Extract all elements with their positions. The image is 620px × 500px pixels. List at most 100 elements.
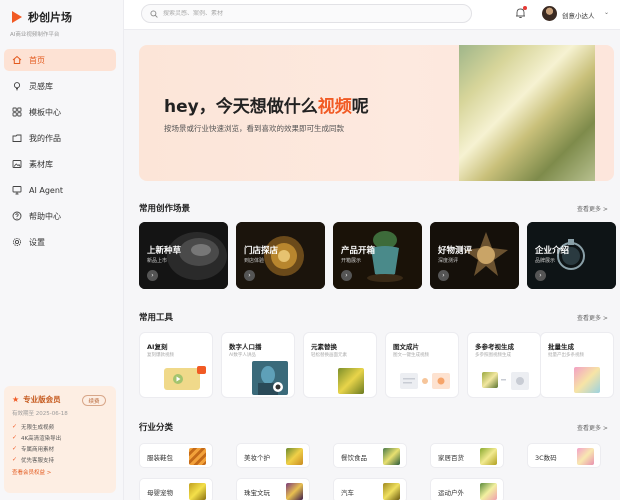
scene-card-new-arrivals[interactable]: 上新种草 新品上市 › [139, 222, 228, 289]
scene-name: 产品开箱 [341, 246, 376, 256]
arrow-right-icon[interactable]: › [147, 270, 158, 281]
sidebar-item-ai-agent[interactable]: AI Agent [4, 179, 116, 201]
tool-illustration [252, 361, 288, 395]
sidebar-item-assets[interactable]: 素材库 [4, 153, 116, 175]
industry-item-3c[interactable]: 3C数码 [527, 443, 601, 468]
section-title-industry: 行业分类 [139, 423, 174, 433]
industry-thumbnail [383, 448, 400, 465]
hero-banner: hey，今天想做什么视频呢 按场景或行业快速浏览，看到喜欢的效果即可生成同款 [139, 45, 614, 181]
industry-item-beauty[interactable]: 美妆个护 [236, 443, 310, 468]
vip-benefits-link[interactable]: 查看会员权益 > [12, 468, 108, 476]
industry-item-home[interactable]: 家居百货 [430, 443, 504, 468]
image-icon [12, 159, 22, 169]
industry-name: 家居百货 [438, 454, 464, 462]
scene-name: 上新种草 [147, 246, 182, 256]
scene-card-company-intro[interactable]: 企业介绍 品牌展示 › [527, 222, 616, 289]
scene-subtitle: 到店体验 [244, 258, 265, 264]
arrow-right-icon[interactable]: › [244, 270, 255, 281]
home-icon [12, 55, 22, 65]
sidebar-item-templates[interactable]: 模板中心 [4, 101, 116, 123]
scene-subtitle: 品牌展示 [535, 258, 556, 264]
tool-card-image-to-video[interactable]: 图文成片 图文一键生成视频 [385, 332, 459, 398]
industry-item-jewelry[interactable]: 珠宝文玩 [236, 478, 310, 500]
scene-subtitle: 深度测评 [438, 258, 459, 264]
sidebar-item-label: 素材库 [29, 159, 53, 169]
tools-more-link[interactable]: 查看更多 > [577, 313, 608, 322]
app-name: 秒创片场 [28, 11, 72, 24]
scene-card-review[interactable]: 好物测评 深度测评 › [430, 222, 519, 289]
industry-thumbnail [577, 448, 594, 465]
renew-button[interactable]: 续费 [82, 395, 106, 406]
industry-name: 美妆个护 [244, 454, 270, 462]
search-box[interactable] [141, 4, 472, 23]
tool-illustration [400, 373, 450, 389]
check-icon: ✓ [12, 445, 18, 452]
help-icon [12, 211, 22, 221]
check-icon: ✓ [12, 434, 18, 441]
tool-name: 元素替换 [311, 343, 337, 351]
notification-dot [523, 6, 527, 10]
template-grid-icon [12, 107, 22, 117]
sidebar-item-settings[interactable]: 设置 [4, 231, 116, 253]
sidebar-item-label: 灵感库 [29, 81, 53, 91]
tool-name: 多参考视生成 [475, 343, 514, 351]
tool-name: 数字人口播 [229, 343, 262, 351]
industry-item-food[interactable]: 餐饮食品 [333, 443, 407, 468]
sidebar-item-home[interactable]: 首页 [4, 49, 116, 71]
sidebar-item-label: 设置 [29, 237, 45, 247]
industry-item-baby-pet[interactable]: 母婴宠物 [139, 478, 213, 500]
tool-illustration [164, 366, 206, 390]
industry-name: 服装鞋包 [147, 454, 173, 462]
vip-perk: ✓ 4K高清渲染导出 [12, 434, 62, 442]
scene-card-store-visit[interactable]: 门店探店 到店体验 › [236, 222, 325, 289]
industry-name: 汽车 [341, 489, 354, 497]
tool-card-batch-generate[interactable]: 批量生成 批量产出多条视频 [540, 332, 614, 398]
username[interactable]: 创意小达人 [562, 10, 595, 20]
sidebar-item-label: 首页 [29, 55, 45, 65]
app-tagline: AI商业视频制作平台 [10, 32, 60, 38]
arrow-right-icon[interactable]: › [438, 270, 449, 281]
vip-title: 专业版会员 [23, 395, 61, 404]
tool-card-ai-replicate[interactable]: AI复刻 复刻爆款视频 [139, 332, 213, 398]
vip-expire-date: 有效期至 2025-06-18 [12, 411, 68, 417]
check-icon: ✓ [12, 456, 18, 463]
scene-card-unboxing[interactable]: 产品开箱 开箱展示 › [333, 222, 422, 289]
sidebar-item-label: 帮助中心 [29, 211, 61, 221]
industry-name: 珠宝文玩 [244, 489, 270, 497]
industry-thumbnail [286, 483, 303, 500]
tool-desc: AI数字人讲品 [229, 353, 256, 358]
sidebar: 秒创片场 AI商业视频制作平台 首页 灵感库 模板中心 我的作品 素材库 AI … [0, 0, 124, 500]
notification-bell[interactable] [515, 6, 527, 19]
sidebar-item-label: 我的作品 [29, 133, 61, 143]
arrow-right-icon[interactable]: › [341, 270, 352, 281]
hero-image [459, 45, 595, 181]
tool-card-multi-reference[interactable]: 多参考视生成 多参照图视频生成 [467, 332, 541, 398]
industry-thumbnail [189, 483, 206, 500]
vip-perk: ✓ 专属商用素材 [12, 445, 55, 453]
industry-name: 母婴宠物 [147, 489, 173, 497]
industry-more-link[interactable]: 查看更多 > [577, 423, 608, 432]
hero-subtitle: 按场景或行业快速浏览，看到喜欢的效果即可生成同款 [164, 124, 344, 133]
tool-desc: 图文一键生成视频 [393, 353, 429, 358]
scenes-more-link[interactable]: 查看更多 > [577, 204, 608, 213]
chevron-down-icon[interactable]: ⌄ [604, 9, 609, 16]
sidebar-item-inspiration[interactable]: 灵感库 [4, 75, 116, 97]
arrow-right-icon[interactable]: › [535, 270, 546, 281]
app-logo[interactable]: 秒创片场 [12, 9, 72, 25]
sidebar-item-help[interactable]: 帮助中心 [4, 205, 116, 227]
scene-subtitle: 开箱展示 [341, 258, 362, 264]
sidebar-item-label: 模板中心 [29, 107, 61, 117]
industry-item-auto[interactable]: 汽车 [333, 478, 407, 500]
industry-item-sports[interactable]: 运动户外 [430, 478, 504, 500]
avatar[interactable] [542, 6, 557, 21]
industry-thumbnail [189, 448, 206, 465]
tool-illustration [338, 368, 364, 394]
tool-illustration [574, 367, 600, 393]
industry-item-apparel[interactable]: 服装鞋包 [139, 443, 213, 468]
sidebar-item-works[interactable]: 我的作品 [4, 127, 116, 149]
industry-thumbnail [480, 448, 497, 465]
tool-card-digital-human[interactable]: 数字人口播 AI数字人讲品 [221, 332, 295, 398]
search-input[interactable] [163, 10, 443, 17]
tool-card-element-replace[interactable]: 元素替换 轻松替换画面元素 [303, 332, 377, 398]
tool-name: 图文成片 [393, 343, 419, 351]
